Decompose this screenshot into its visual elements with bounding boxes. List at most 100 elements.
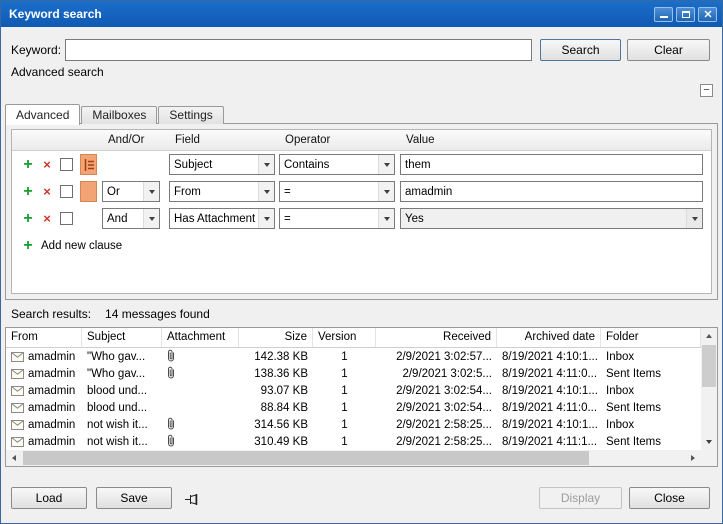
value-input[interactable]	[400, 181, 703, 202]
version-cell: 1	[313, 351, 376, 363]
chevron-down-icon	[258, 182, 274, 201]
scroll-left-button[interactable]	[6, 450, 22, 466]
from-cell: amadmin	[6, 385, 82, 397]
size-cell: 142.38 KB	[239, 351, 313, 363]
clear-button[interactable]: Clear	[627, 39, 710, 61]
load-button[interactable]: Load	[11, 487, 87, 509]
mail-icon	[11, 352, 24, 362]
tab-advanced[interactable]: Advanced	[5, 104, 80, 125]
archived-date-cell: 8/19/2021 4:10:1...	[497, 419, 601, 431]
field-select[interactable]: From	[169, 181, 275, 202]
keyword-search-dialog: Keyword search Keyword: Search Clear Adv…	[0, 0, 723, 524]
table-row[interactable]: amadmin blood und... 93.07 KB 1 2/9/2021…	[6, 382, 701, 399]
display-button: Display	[539, 487, 622, 509]
value-select[interactable]: Yes	[400, 208, 703, 229]
footer: Load Save Display Close	[1, 487, 722, 511]
drag-handle[interactable]	[80, 181, 97, 202]
add-new-clause-label: Add new clause	[41, 240, 122, 252]
save-button[interactable]: Save	[96, 487, 172, 509]
received-cell: 2/9/2021 2:58:25...	[376, 419, 497, 431]
search-button[interactable]: Search	[540, 39, 621, 61]
results-table-header: From Subject Attachment Size Version Rec…	[6, 328, 701, 348]
close-dialog-button[interactable]: Close	[629, 487, 710, 509]
field-select[interactable]: Subject	[169, 154, 275, 175]
attachment-cell	[162, 434, 239, 450]
collapse-toggle[interactable]: −	[700, 84, 713, 97]
andor-select[interactable]: And	[102, 208, 160, 229]
pin-icon[interactable]	[183, 491, 205, 507]
maximize-button[interactable]	[676, 7, 695, 22]
received-cell: 2/9/2021 3:02:54...	[376, 385, 497, 397]
folder-cell: Inbox	[601, 385, 701, 397]
drag-handle[interactable]	[80, 208, 97, 229]
insert-clause-icon[interactable]: +	[18, 211, 38, 227]
insert-clause-icon[interactable]: +	[18, 184, 38, 200]
vertical-scrollbar[interactable]	[701, 328, 717, 450]
remove-clause-icon[interactable]: ×	[38, 185, 56, 199]
column-header-folder[interactable]: Folder	[601, 328, 701, 347]
field-select[interactable]: Has Attachment	[169, 208, 275, 229]
operator-select[interactable]: =	[279, 181, 395, 202]
keyword-input[interactable]	[65, 39, 532, 61]
archived-date-cell: 8/19/2021 4:10:1...	[497, 351, 601, 363]
archived-date-cell: 8/19/2021 4:11:0...	[497, 402, 601, 414]
clause-checkbox[interactable]	[60, 212, 73, 225]
table-row[interactable]: amadmin "Who gav... 142.38 KB 1 2/9/2021…	[6, 348, 701, 365]
subject-cell: "Who gav...	[82, 351, 162, 363]
close-button[interactable]	[698, 7, 717, 22]
table-row[interactable]: amadmin not wish it... 310.49 KB 1 2/9/2…	[6, 433, 701, 450]
tab-mailboxes[interactable]: Mailboxes	[81, 106, 157, 124]
folder-cell: Sent Items	[601, 368, 701, 380]
clause-checkbox[interactable]	[60, 158, 73, 171]
window-title: Keyword search	[9, 7, 651, 21]
paperclip-icon	[167, 417, 175, 430]
remove-clause-icon[interactable]: ×	[38, 212, 56, 226]
version-cell: 1	[313, 402, 376, 414]
table-row[interactable]: amadmin "Who gav... 138.36 KB 1 2/9/2021…	[6, 365, 701, 382]
column-header-size[interactable]: Size	[239, 328, 313, 347]
minimize-button[interactable]	[654, 7, 673, 22]
column-header-attachment[interactable]: Attachment	[162, 328, 239, 347]
insert-clause-icon[interactable]: +	[18, 157, 38, 173]
value-input[interactable]	[400, 154, 703, 175]
tab-settings[interactable]: Settings	[158, 106, 223, 124]
from-cell: amadmin	[6, 402, 82, 414]
scroll-down-button[interactable]	[701, 434, 717, 450]
andor-select[interactable]: Or	[102, 181, 160, 202]
chevron-down-icon	[143, 209, 159, 228]
column-header-subject[interactable]: Subject	[82, 328, 162, 347]
horizontal-scroll-thumb[interactable]	[23, 451, 589, 465]
chevron-down-icon	[143, 182, 159, 201]
add-new-clause[interactable]: + Add new clause	[12, 236, 711, 256]
table-row[interactable]: amadmin not wish it... 314.56 KB 1 2/9/2…	[6, 416, 701, 433]
vertical-scroll-thumb[interactable]	[702, 345, 716, 387]
paperclip-icon	[167, 349, 175, 362]
remove-clause-icon[interactable]: ×	[38, 158, 56, 172]
scroll-up-button[interactable]	[701, 328, 717, 344]
drag-handle[interactable]	[80, 154, 97, 175]
operator-select[interactable]: =	[279, 208, 395, 229]
mail-icon	[11, 403, 24, 413]
clause-checkbox[interactable]	[60, 185, 73, 198]
from-cell: amadmin	[6, 351, 82, 363]
column-header-archived-date[interactable]: Archived date	[497, 328, 601, 347]
mail-icon	[11, 437, 24, 447]
attachment-cell	[162, 383, 239, 399]
arrow-left-icon	[12, 455, 16, 461]
chevron-down-icon	[378, 209, 394, 228]
horizontal-scrollbar[interactable]	[6, 450, 701, 466]
scroll-right-button[interactable]	[685, 450, 701, 466]
column-header-received[interactable]: Received	[376, 328, 497, 347]
header-value: Value	[400, 134, 703, 146]
table-row[interactable]: amadmin blood und... 88.84 KB 1 2/9/2021…	[6, 399, 701, 416]
tab-bar: Advanced Mailboxes Settings	[5, 104, 225, 124]
size-cell: 314.56 KB	[239, 419, 313, 431]
keyword-row: Keyword: Search Clear	[11, 39, 710, 61]
arrow-up-icon	[706, 334, 712, 338]
clause-row: + × And Has Attachment = Yes	[12, 205, 711, 232]
column-header-version[interactable]: Version	[313, 328, 376, 347]
operator-select[interactable]: Contains	[279, 154, 395, 175]
column-header-from[interactable]: From	[6, 328, 82, 347]
chevron-down-icon	[378, 155, 394, 174]
close-icon	[704, 10, 712, 18]
